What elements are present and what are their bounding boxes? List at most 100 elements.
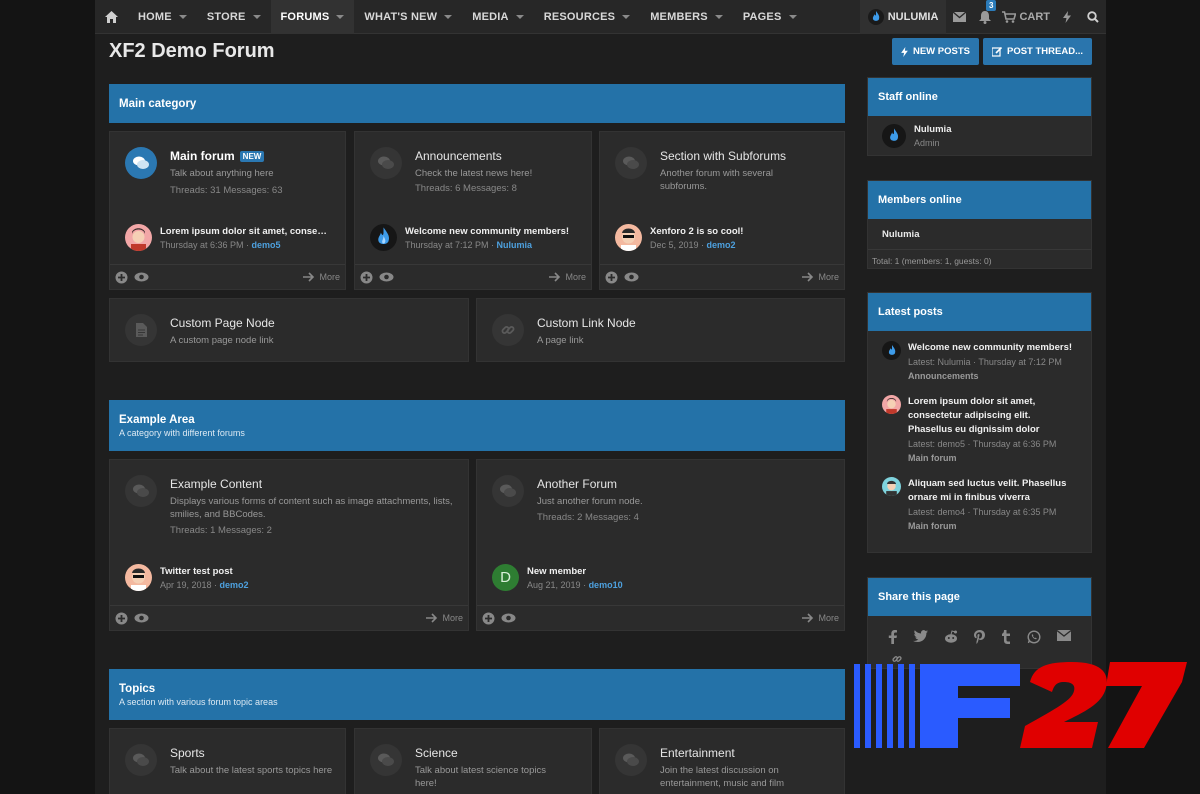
whatsapp-icon[interactable] [1027, 630, 1041, 644]
forum-node-another[interactable]: Another Forum Just another forum node. T… [476, 459, 845, 631]
nav-resources[interactable]: RESOURCES [534, 0, 640, 34]
latest-post-title[interactable]: Aliquam sed luctus velit. Phasellus orna… [908, 477, 1077, 505]
pinterest-icon[interactable] [974, 630, 986, 644]
nav-pages[interactable]: PAGES [733, 0, 807, 34]
chevron-down-icon[interactable] [515, 14, 524, 19]
nav-store[interactable]: STORE [197, 0, 271, 34]
post-thread-button[interactable]: POST THREAD... [983, 38, 1092, 65]
forum-node-science[interactable]: Science Talk about latest science topics… [354, 728, 592, 794]
eye-icon[interactable] [134, 613, 149, 623]
chevron-down-icon[interactable] [444, 14, 453, 19]
forum-title[interactable]: Entertainment [660, 746, 735, 760]
chevron-down-icon[interactable] [252, 14, 261, 19]
link-node-custom[interactable]: Custom Link Node A page link [476, 298, 845, 362]
latest-post-forum[interactable]: Announcements [908, 369, 1072, 383]
search-icon[interactable] [1080, 0, 1106, 34]
envelope-icon[interactable] [946, 0, 972, 34]
chevron-down-icon[interactable] [714, 14, 723, 19]
bolt-icon[interactable] [1054, 0, 1080, 34]
plus-circle-icon[interactable] [482, 612, 495, 625]
chevron-down-icon[interactable] [622, 14, 631, 19]
latest-post-item[interactable]: Aliquam sed luctus velit. Phasellus orna… [868, 477, 1091, 533]
forum-node-entertainment[interactable]: Entertainment Join the latest discussion… [599, 728, 845, 794]
forum-node-announcements[interactable]: Announcements Check the latest news here… [354, 131, 592, 290]
bell-icon[interactable]: 3 [972, 0, 998, 34]
page-node-custom[interactable]: Custom Page Node A custom page node link [109, 298, 469, 362]
forum-title[interactable]: Announcements [415, 149, 502, 163]
email-icon[interactable] [1056, 630, 1071, 641]
avatar[interactable] [125, 564, 152, 591]
plus-circle-icon[interactable] [605, 271, 618, 284]
last-post-user[interactable]: Nulumia [497, 240, 533, 250]
nav-home[interactable]: HOME [128, 0, 197, 34]
new-posts-button[interactable]: NEW POSTS [892, 38, 979, 65]
home-icon[interactable] [95, 0, 128, 34]
forum-node-subforums[interactable]: Section with Subforums Another forum wit… [599, 131, 845, 290]
link-node-title[interactable]: Custom Link Node [537, 316, 636, 330]
plus-circle-icon[interactable] [115, 271, 128, 284]
latest-post-title[interactable]: Welcome new community members! [908, 341, 1072, 355]
more-link[interactable]: More [426, 613, 463, 623]
latest-post-forum[interactable]: Main forum [908, 451, 1077, 465]
avatar[interactable] [882, 341, 901, 360]
more-link[interactable]: More [549, 272, 586, 282]
avatar[interactable] [882, 477, 901, 496]
facebook-icon[interactable] [888, 630, 897, 644]
category-header-example[interactable]: Example Area A category with different f… [109, 400, 845, 451]
cart-button[interactable]: CART [998, 0, 1054, 34]
avatar[interactable]: D [492, 564, 519, 591]
category-header-topics[interactable]: Topics A section with various forum topi… [109, 669, 845, 720]
staff-name[interactable]: Nulumia [914, 124, 951, 135]
latest-post-item[interactable]: Lorem ipsum dolor sit amet, consectetur … [868, 395, 1091, 465]
avatar[interactable] [125, 224, 152, 251]
last-post-title[interactable]: Twitter test post [160, 566, 249, 577]
eye-icon[interactable] [501, 613, 516, 623]
chevron-down-icon[interactable] [178, 14, 187, 19]
account-menu[interactable]: NULUMIA [859, 0, 947, 34]
last-post-title[interactable]: Welcome new community members! [405, 226, 575, 237]
chevron-down-icon[interactable] [788, 14, 797, 19]
forum-title[interactable]: Sports [170, 746, 205, 760]
last-post-user[interactable]: demo2 [220, 580, 249, 590]
forum-node-main[interactable]: Main forum NEW Talk about anything here T… [109, 131, 346, 290]
more-link[interactable]: More [802, 272, 839, 282]
forum-title[interactable]: Science [415, 746, 458, 760]
avatar[interactable] [370, 224, 397, 251]
last-post-title[interactable]: New member [527, 566, 623, 577]
nav-members[interactable]: MEMBERS [640, 0, 733, 34]
forum-title[interactable]: Another Forum [537, 477, 617, 491]
last-post-title[interactable]: Lorem ipsum dolor sit amet, consect... [160, 226, 330, 237]
eye-icon[interactable] [379, 272, 394, 282]
more-link[interactable]: More [303, 272, 340, 282]
chevron-down-icon[interactable] [336, 14, 345, 19]
forum-title[interactable]: Main forum NEW [170, 149, 265, 163]
latest-post-title[interactable]: Lorem ipsum dolor sit amet, consectetur … [908, 395, 1077, 437]
eye-icon[interactable] [134, 272, 149, 282]
plus-circle-icon[interactable] [115, 612, 128, 625]
twitter-icon[interactable] [913, 630, 929, 642]
latest-post-forum[interactable]: Main forum [908, 519, 1077, 533]
forum-node-sports[interactable]: Sports Talk about the latest sports topi… [109, 728, 346, 794]
eye-icon[interactable] [624, 272, 639, 282]
avatar[interactable] [615, 224, 642, 251]
last-post-user[interactable]: demo2 [707, 240, 736, 250]
nav-media[interactable]: MEDIA [462, 0, 533, 34]
page-node-title[interactable]: Custom Page Node [170, 316, 275, 330]
last-post-user[interactable]: demo5 [252, 240, 281, 250]
avatar[interactable] [882, 124, 906, 148]
latest-post-item[interactable]: Welcome new community members! Latest: N… [868, 341, 1091, 383]
last-post-user[interactable]: demo10 [589, 580, 623, 590]
forum-title[interactable]: Example Content [170, 477, 262, 491]
forum-node-example-content[interactable]: Example Content Displays various forms o… [109, 459, 469, 631]
avatar[interactable] [882, 395, 901, 414]
tumblr-icon[interactable] [1001, 630, 1011, 644]
last-post-title[interactable]: Xenforo 2 is so cool! [650, 226, 820, 237]
forum-title[interactable]: Section with Subforums [660, 149, 786, 163]
online-member[interactable]: Nulumia [868, 219, 1091, 249]
category-header-main[interactable]: Main category [109, 84, 845, 123]
more-link[interactable]: More [802, 613, 839, 623]
reddit-icon[interactable] [944, 630, 958, 643]
plus-circle-icon[interactable] [360, 271, 373, 284]
nav-whats-new[interactable]: WHAT'S NEW [354, 0, 462, 34]
nav-forums[interactable]: FORUMS [270, 0, 355, 34]
